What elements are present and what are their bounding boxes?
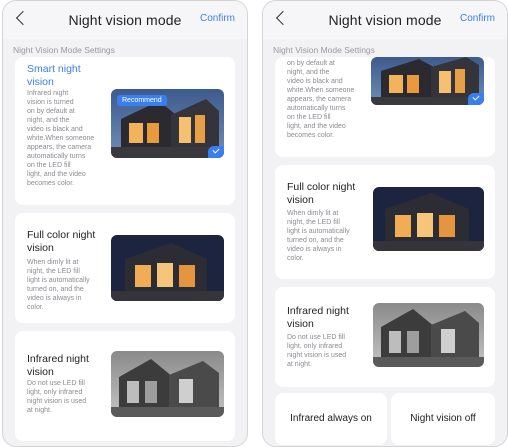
nav-bar: Night vision mode Confirm bbox=[3, 1, 247, 39]
grayscale-house-image bbox=[111, 351, 224, 417]
mode-title: Full color night vision bbox=[287, 181, 356, 206]
recommend-badge: Recommend bbox=[117, 95, 167, 106]
full-color-night-vision-card[interactable]: Full color night vision When dimly lit a… bbox=[275, 165, 495, 279]
section-title: Night Vision Mode Settings bbox=[13, 45, 115, 55]
phone-screen-right: Night vision mode Confirm Night Vision M… bbox=[262, 0, 508, 447]
grayscale-house-image bbox=[373, 303, 484, 367]
smart-night-vision-card[interactable]: Smart night vision Infrared night vision… bbox=[15, 57, 235, 205]
selected-check-icon bbox=[208, 146, 224, 158]
phone-screen-left: Night vision mode Confirm Night Vision M… bbox=[2, 0, 248, 447]
mode-description: Infrared night vision is turned on by de… bbox=[27, 90, 95, 187]
mode-description: When dimly lit at night, the LED fill li… bbox=[287, 210, 350, 262]
section-title: Night Vision Mode Settings bbox=[273, 45, 375, 55]
color-house-image bbox=[111, 235, 224, 301]
mode-title: Smart night vision bbox=[27, 63, 81, 88]
confirm-button[interactable]: Confirm bbox=[460, 13, 495, 24]
mode-title: Full color night vision bbox=[27, 229, 96, 254]
mode-title: Infrared night vision bbox=[27, 353, 89, 378]
full-color-night-vision-card[interactable]: Full color night vision When dimly lit a… bbox=[15, 213, 235, 323]
color-house-image bbox=[371, 57, 484, 105]
mode-description: Do not use LED fill light, only infrared… bbox=[27, 380, 87, 414]
nav-bar: Night vision mode Confirm bbox=[263, 1, 507, 39]
mode-description: Do not use LED fill light, only infrared… bbox=[287, 334, 347, 368]
confirm-button[interactable]: Confirm bbox=[200, 13, 235, 24]
mode-description: When dimly lit at night, the LED fill li… bbox=[27, 259, 90, 311]
night-vision-off-button[interactable]: Night vision off bbox=[391, 393, 495, 445]
mode-title: Infrared night vision bbox=[287, 305, 349, 330]
color-house-image: Recommend bbox=[111, 89, 224, 158]
selected-check-icon bbox=[468, 93, 484, 105]
color-house-image bbox=[373, 187, 484, 251]
infrared-always-on-button[interactable]: Infrared always on bbox=[275, 393, 387, 445]
infrared-night-vision-card[interactable]: Infrared night vision Do not use LED fil… bbox=[15, 331, 235, 441]
infrared-night-vision-card[interactable]: Infrared night vision Do not use LED fil… bbox=[275, 287, 495, 387]
mode-description: on by default at night, and the video is… bbox=[287, 60, 355, 139]
smart-night-vision-card[interactable]: on by default at night, and the video is… bbox=[275, 57, 495, 157]
